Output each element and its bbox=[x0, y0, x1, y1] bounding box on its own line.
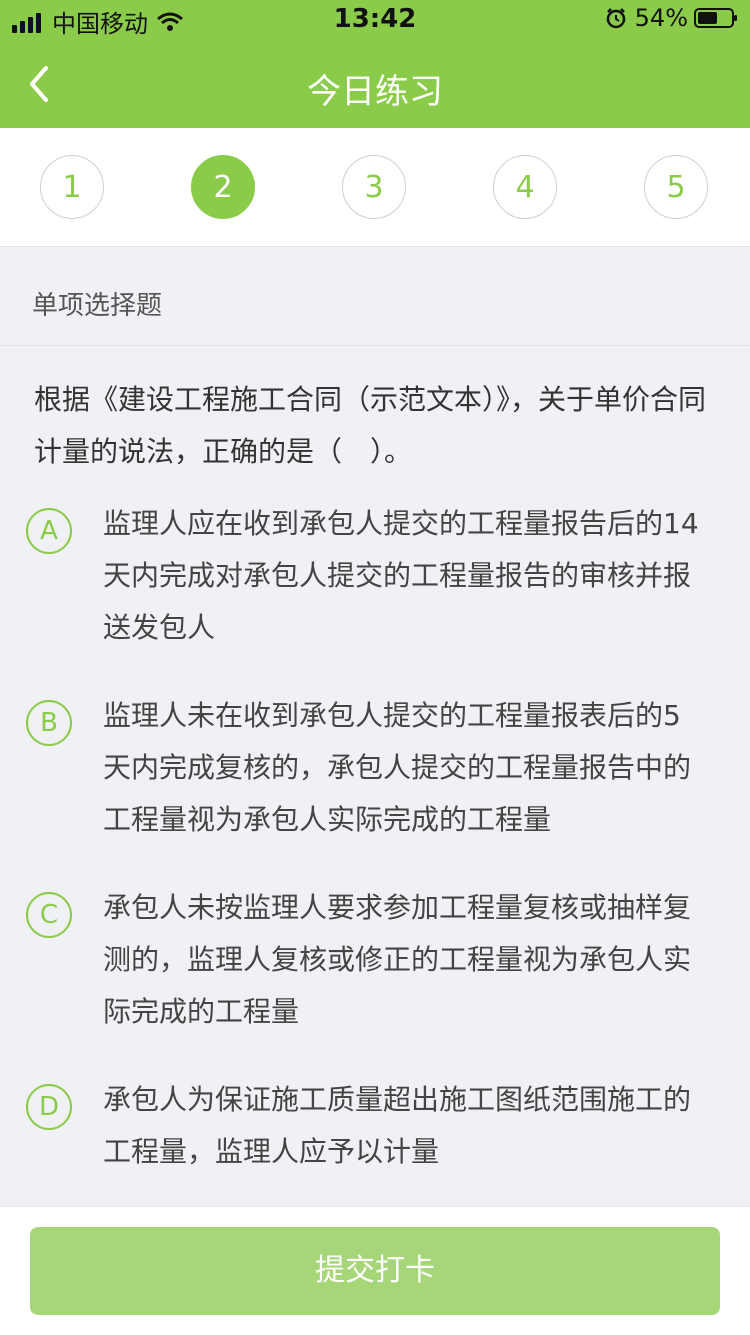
footer-bar: 提交打卡 bbox=[0, 1206, 750, 1335]
option-b-text[interactable]: 监理人未在收到承包人提交的工程量报表后的5天内完成复核的，承包人提交的工程量报告… bbox=[103, 690, 706, 846]
option-b-badge[interactable]: B bbox=[26, 700, 72, 746]
alarm-icon bbox=[606, 8, 625, 29]
option-d-text[interactable]: 承包人为保证施工质量超出施工图纸范围施工的工程量，监理人应予以计量 bbox=[103, 1074, 706, 1178]
option-d-badge[interactable]: D bbox=[26, 1084, 72, 1130]
step-1[interactable]: 1 bbox=[40, 155, 104, 219]
status-bar: 中国移动 13:42 54% bbox=[0, 0, 750, 40]
battery-icon bbox=[694, 8, 737, 28]
option-c-text[interactable]: 承包人未按监理人要求参加工程量复核或抽样复测的，监理人复核或修正的工程量视为承包… bbox=[103, 882, 706, 1038]
submit-button[interactable]: 提交打卡 bbox=[30, 1227, 720, 1315]
section-header: 单项选择题 bbox=[0, 247, 750, 346]
step-4[interactable]: 4 bbox=[493, 155, 557, 219]
question-text: 根据《建设工程施工合同（示范文本）》，关于单价合同计量的说法，正确的是（ ）。 bbox=[34, 383, 707, 468]
page-title: 今日练习 bbox=[307, 72, 443, 112]
step-3[interactable]: 3 bbox=[342, 155, 406, 219]
question-stepper: 1 2 3 4 5 bbox=[0, 128, 750, 247]
header-bar: 中国移动 13:42 54% 今日练习 bbox=[0, 0, 750, 128]
battery-percent: 54% bbox=[634, 4, 688, 32]
option-c-badge[interactable]: C bbox=[26, 892, 72, 938]
option-a-badge[interactable]: A bbox=[26, 508, 72, 554]
option-a-text[interactable]: 监理人应在收到承包人提交的工程量报告后的14天内完成对承包人提交的工程量报告的审… bbox=[103, 498, 706, 654]
step-2[interactable]: 2 bbox=[191, 155, 255, 219]
question-type: 单项选择题 bbox=[32, 291, 163, 321]
step-5[interactable]: 5 bbox=[644, 155, 708, 219]
